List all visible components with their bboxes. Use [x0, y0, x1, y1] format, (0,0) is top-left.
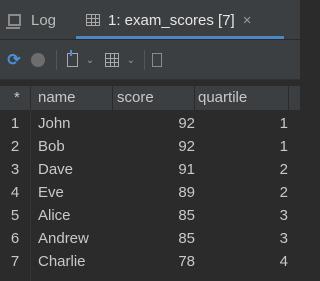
row-number[interactable]: 5	[0, 207, 30, 224]
cell-quartile[interactable]: 2	[197, 184, 288, 201]
result-table: * name score quartile 1 John 92 1 2 Bob 92 1 3 Da…	[0, 86, 300, 281]
cell-score[interactable]: 92	[116, 138, 195, 155]
column-divider[interactable]	[112, 86, 113, 110]
table-row[interactable]: 1 John 92 1	[0, 113, 300, 136]
column-header-quartile[interactable]: quartile	[198, 89, 247, 106]
column-header-score[interactable]: score	[117, 89, 154, 106]
log-icon	[6, 14, 21, 29]
cell-score[interactable]: 89	[116, 184, 195, 201]
row-number[interactable]: 1	[0, 115, 30, 132]
cell-name[interactable]: Andrew	[38, 230, 89, 247]
cell-name[interactable]: Bob	[38, 138, 65, 155]
table-view-icon[interactable]	[104, 51, 120, 69]
cell-quartile[interactable]: 1	[197, 115, 288, 132]
cell-name[interactable]: John	[38, 115, 71, 132]
cell-score[interactable]: 85	[116, 207, 195, 224]
table-row[interactable]: 5 Alice 85 3	[0, 205, 300, 228]
export-dropdown-chevron-icon[interactable]: ⌄	[85, 51, 95, 69]
table-row[interactable]: 2 Bob 92 1	[0, 136, 300, 159]
tab-log-label: Log	[31, 11, 57, 29]
row-number[interactable]: 7	[0, 253, 30, 270]
result-toolbar: ⟳ ⌄ ⌄	[0, 40, 300, 80]
stop-icon[interactable]	[30, 51, 46, 69]
cell-quartile[interactable]: 2	[197, 161, 288, 178]
cell-quartile[interactable]: 4	[197, 253, 288, 270]
cell-score[interactable]: 85	[116, 230, 195, 247]
table-row[interactable]: 6 Andrew 85 3	[0, 228, 300, 251]
toolbar-divider	[144, 50, 145, 70]
table-row[interactable]: 4 Eve 89 2	[0, 182, 300, 205]
cell-quartile[interactable]: 3	[197, 230, 288, 247]
column-divider[interactable]	[288, 86, 289, 110]
cell-score[interactable]: 78	[116, 253, 195, 270]
tab-bar: Log 1: exam_scores [7] ×	[0, 0, 300, 40]
column-divider[interactable]	[194, 86, 195, 110]
cell-name[interactable]: Eve	[38, 184, 64, 201]
row-number[interactable]: 3	[0, 161, 30, 178]
table-icon	[86, 14, 100, 26]
row-number[interactable]: 4	[0, 184, 30, 201]
cell-name[interactable]: Alice	[38, 207, 71, 224]
toolbar-divider	[56, 50, 57, 70]
cell-quartile[interactable]: 3	[197, 207, 288, 224]
table-row[interactable]: 3 Dave 91 2	[0, 159, 300, 182]
tab-log[interactable]: Log	[6, 0, 57, 40]
row-number[interactable]: 2	[0, 138, 30, 155]
column-header-name[interactable]: name	[38, 89, 76, 106]
cell-name[interactable]: Dave	[38, 161, 73, 178]
export-icon[interactable]	[65, 50, 79, 69]
tab-exam-scores-label: 1: exam_scores [7]	[108, 11, 235, 29]
close-icon[interactable]: ×	[243, 12, 252, 29]
cell-name[interactable]: Charlie	[38, 253, 86, 270]
cell-score[interactable]: 91	[116, 161, 195, 178]
header-corner: *	[14, 89, 20, 106]
tab-exam-scores[interactable]: 1: exam_scores [7] ×	[86, 0, 252, 40]
view-dropdown-chevron-icon[interactable]: ⌄	[126, 51, 136, 69]
cell-quartile[interactable]: 1	[197, 138, 288, 155]
active-tab-indicator	[76, 36, 284, 39]
row-number[interactable]: 6	[0, 230, 30, 247]
cell-score[interactable]: 92	[116, 115, 195, 132]
delete-icon[interactable]	[151, 51, 163, 69]
table-row[interactable]: 7 Charlie 78 4	[0, 251, 300, 274]
refresh-icon[interactable]: ⟳	[6, 51, 22, 69]
column-divider	[30, 86, 31, 110]
table-header: * name score quartile	[0, 86, 300, 111]
